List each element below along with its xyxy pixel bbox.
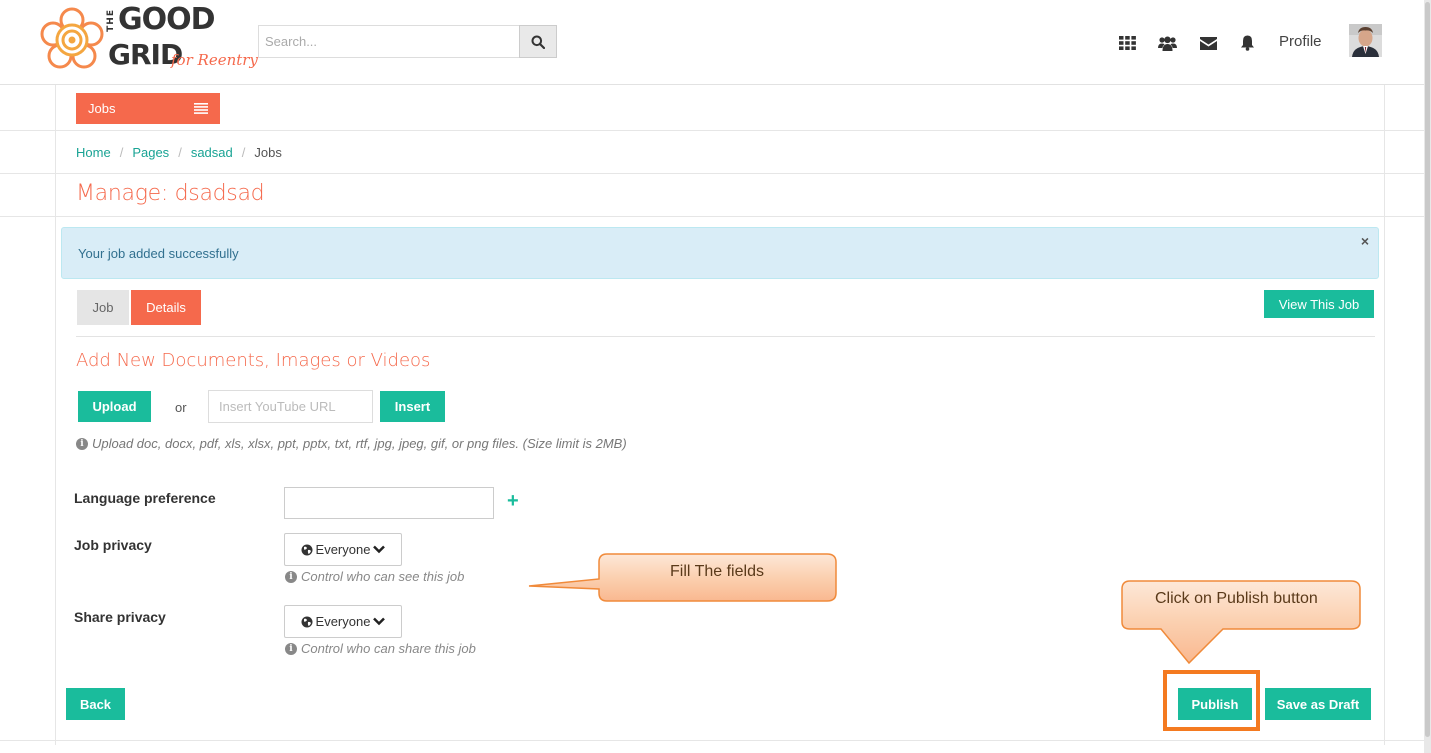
users-icon[interactable] [1157,34,1177,52]
content-left-border [55,85,56,745]
job-privacy-label: Job privacy [74,537,152,553]
job-privacy-dropdown[interactable]: Everyone [284,533,402,566]
share-privacy-value: Everyone [315,614,371,629]
apps-grid-icon[interactable] [1117,34,1137,52]
info-icon: i [285,570,297,583]
close-icon[interactable]: × [1361,233,1369,249]
save-draft-button[interactable]: Save as Draft [1265,688,1371,720]
breadcrumb-sadsad[interactable]: sadsad [191,145,233,160]
media-section-title: Add New Documents, Images or Videos [76,350,431,371]
hamburger-icon [194,103,208,114]
breadcrumb-pages[interactable]: Pages [132,145,169,160]
search-button[interactable] [519,25,557,58]
add-language-plus-icon[interactable]: + [507,490,519,513]
share-privacy-dropdown[interactable]: Everyone [284,605,402,638]
view-job-button[interactable]: View This Job [1264,290,1374,318]
share-privacy-help-text: Control who can share this job [301,641,476,656]
job-privacy-value: Everyone [315,542,371,557]
publish-button[interactable]: Publish [1178,688,1252,720]
logo-tagline: for Reentry [171,51,258,69]
row-divider [0,173,1424,174]
breadcrumb-separator: / [241,145,246,160]
language-label: Language preference [74,490,216,506]
upload-help: i Upload doc, docx, pdf, xls, xlsx, ppt,… [76,436,627,451]
logo-good: GOOD [118,2,216,37]
breadcrumb-current: Jobs [254,145,282,160]
info-icon: i [76,437,88,450]
page-title: Manage: dsadsad [76,181,265,206]
section-divider [76,336,1375,337]
breadcrumb-separator: / [119,145,124,160]
chevron-down-icon [373,545,386,554]
publish-callout-text: Click on Publish button [1155,590,1318,607]
alert-message: Your job added successfully [78,246,239,261]
page-scrollbar[interactable] [1424,0,1431,753]
chevron-down-icon [373,617,386,626]
row-divider [0,130,1424,131]
youtube-url-input[interactable] [208,390,373,423]
jobs-menu-button[interactable]: Jobs [76,93,220,124]
info-icon: i [285,642,297,655]
success-alert: Your job added successfully × [61,227,1379,279]
scrollbar-thumb[interactable] [1425,2,1430,737]
back-button[interactable]: Back [66,688,125,720]
jobs-menu-label: Jobs [88,101,116,116]
upload-help-text: Upload doc, docx, pdf, xls, xlsx, ppt, p… [92,436,627,451]
tab-details[interactable]: Details [131,290,201,325]
content-right-border [1384,85,1385,745]
or-label: or [175,400,187,415]
globe-icon [301,616,313,627]
search-input[interactable] [258,25,519,58]
avatar[interactable] [1349,24,1382,57]
upload-button[interactable]: Upload [78,391,151,422]
job-privacy-help-text: Control who can see this job [301,569,465,584]
tab-job[interactable]: Job [77,290,129,325]
breadcrumb-separator: / [178,145,182,160]
fill-fields-callout-text: Fill The fields [670,563,764,580]
bell-icon[interactable] [1237,34,1257,52]
globe-icon [301,544,313,555]
language-input[interactable] [284,487,494,519]
header: THE GOOD GRID for Reentry Search... Prof… [0,0,1424,85]
job-privacy-help: i Control who can see this job [285,569,464,584]
profile-link[interactable]: Profile [1279,33,1322,50]
breadcrumb: Home / Pages / sadsad / Jobs [76,145,282,160]
insert-button[interactable]: Insert [380,391,445,422]
breadcrumb-home[interactable]: Home [76,145,111,160]
envelope-icon[interactable] [1198,34,1218,52]
search-icon [531,35,545,49]
row-divider [0,740,1424,741]
row-divider [0,216,1424,217]
logo[interactable]: THE GOOD GRID for Reentry [36,2,258,77]
share-privacy-help: i Control who can share this job [285,641,476,656]
share-privacy-label: Share privacy [74,609,166,625]
logo-the: THE [106,9,116,32]
